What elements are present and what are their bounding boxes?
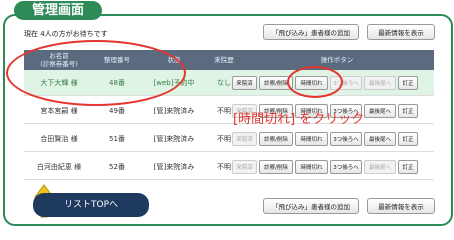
correct-button[interactable]: 訂正	[398, 76, 418, 90]
patient-state: [管]来院済み	[153, 107, 195, 115]
to-end-button[interactable]: 最後尾へ	[364, 132, 396, 146]
table-row: 合田賢治 様 51番 [管]来院済み 不明 来院済 診察/削除 時間切れ 3つ後…	[24, 126, 434, 152]
add-walkin-button-top[interactable]: 「飛び込み」患者様の追加	[263, 24, 359, 40]
col-visit-header: 来院歴	[214, 56, 234, 64]
patient-name: 白河由紀恵 様	[36, 163, 82, 171]
three-back-button[interactable]: 3つ後ろへ	[330, 132, 362, 146]
queue-number: 52番	[109, 163, 125, 171]
refresh-button-top[interactable]: 最新情報を表示	[367, 24, 435, 40]
arrived-button[interactable]: 来院済	[232, 132, 257, 146]
instruction-annotation: [時間切れ] をクリック	[233, 112, 365, 127]
to-end-button[interactable]: 最後尾へ	[364, 104, 396, 118]
arrived-button[interactable]: 来院済	[232, 160, 257, 174]
to-end-button[interactable]: 最後尾へ	[364, 76, 396, 90]
timeout-button[interactable]: 時間切れ	[295, 160, 328, 174]
add-walkin-button-bottom[interactable]: 「飛び込み」患者様の追加	[263, 198, 359, 214]
arrived-button[interactable]: 来院済	[232, 76, 257, 90]
correct-button[interactable]: 訂正	[398, 160, 418, 174]
patient-name: 合田賢治 様	[40, 135, 78, 143]
correct-button[interactable]: 訂正	[398, 132, 418, 146]
timeout-button[interactable]: 時間切れ	[295, 132, 328, 146]
correct-button[interactable]: 訂正	[398, 104, 418, 118]
to-end-button[interactable]: 最後尾へ	[364, 160, 396, 174]
waiting-status: 現在 4人の方がお待ちです	[24, 30, 108, 38]
patient-state: [管]来院済み	[153, 163, 195, 171]
patient-state: [管]来院済み	[153, 135, 195, 143]
queue-number: 51番	[109, 135, 125, 143]
refresh-button-bottom[interactable]: 最新情報を表示	[367, 198, 435, 214]
three-back-button[interactable]: 3つ後ろへ	[330, 160, 362, 174]
page-title: 管理画面	[14, 1, 102, 20]
list-top-button[interactable]: リストTOPへ	[33, 193, 149, 217]
col-operations-header: 操作ボタン	[320, 56, 354, 64]
exam-delete-button[interactable]: 診察/削除	[259, 160, 293, 174]
highlight-oval-row	[6, 40, 186, 106]
exam-delete-button[interactable]: 診察/削除	[259, 132, 293, 146]
table-row: 白河由紀恵 様 52番 [管]来院済み 不明 来院済 診察/削除 時間切れ 3つ…	[24, 154, 434, 180]
highlight-oval-timeout	[287, 66, 343, 98]
